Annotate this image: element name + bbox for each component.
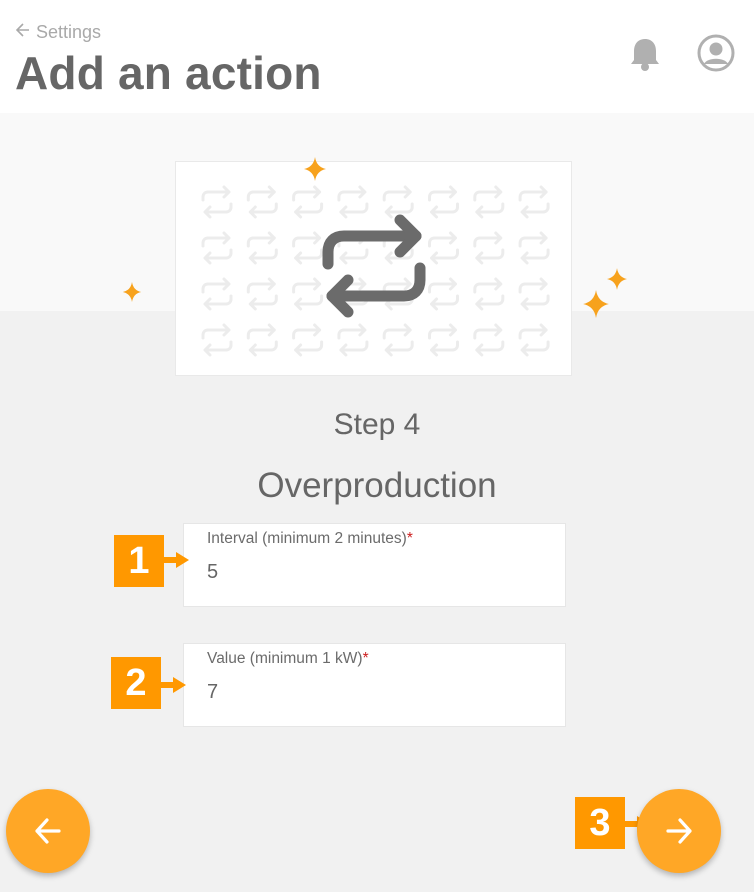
- sparkle-icon: [607, 268, 627, 295]
- callout-pointer-2: [159, 677, 186, 693]
- pattern-repeat-icon: [473, 323, 505, 357]
- callout-badge-1: 1: [114, 535, 164, 587]
- pattern-repeat-icon: [201, 185, 233, 219]
- pattern-repeat-icon: [246, 277, 278, 311]
- next-step-button[interactable]: [637, 789, 721, 873]
- value-field: Value (minimum 1 kW)*: [183, 643, 566, 727]
- arrow-left-icon: [35, 818, 61, 844]
- pattern-repeat-icon: [473, 185, 505, 219]
- interval-field-label: Interval (minimum 2 minutes)*: [207, 530, 413, 548]
- interval-input[interactable]: [207, 554, 547, 590]
- required-marker: *: [362, 650, 369, 667]
- interval-field: Interval (minimum 2 minutes)*: [183, 523, 566, 607]
- required-marker: *: [406, 530, 413, 547]
- previous-step-button[interactable]: [6, 789, 90, 873]
- pattern-repeat-icon: [337, 323, 369, 357]
- pattern-repeat-icon: [518, 277, 550, 311]
- arrow-right-icon: [666, 818, 692, 844]
- pattern-repeat-icon: [201, 231, 233, 265]
- pattern-repeat-icon: [518, 323, 550, 357]
- pattern-repeat-icon: [518, 231, 550, 265]
- sparkle-icon: [583, 290, 609, 323]
- page-title: Add an action: [15, 47, 322, 99]
- pattern-repeat-icon: [473, 231, 505, 265]
- back-to-settings-link[interactable]: Settings: [15, 22, 102, 43]
- interval-label-text: Interval (minimum 2 minutes): [207, 530, 407, 547]
- pattern-repeat-icon: [473, 277, 505, 311]
- pattern-repeat-icon: [428, 323, 459, 357]
- pattern-repeat-icon: [246, 323, 278, 357]
- callout-badge-2: 2: [111, 657, 161, 709]
- step-title: Overproduction: [257, 466, 497, 505]
- pattern-repeat-icon: [201, 323, 233, 357]
- step-label: Step 4: [333, 408, 421, 441]
- user-avatar-icon[interactable]: [697, 34, 735, 72]
- pattern-repeat-icon: [518, 185, 550, 219]
- repeat-icon: [318, 212, 430, 327]
- pattern-repeat-icon: [201, 277, 233, 311]
- callout-pointer-1: [162, 552, 189, 568]
- back-arrow-icon: [15, 23, 30, 42]
- value-label-text: Value (minimum 1 kW): [207, 650, 363, 667]
- header-bar: Settings Add an action: [0, 0, 754, 113]
- pattern-repeat-icon: [428, 277, 459, 311]
- pattern-repeat-icon: [246, 231, 278, 265]
- pattern-repeat-icon: [382, 323, 414, 357]
- pattern-repeat-icon: [246, 185, 278, 219]
- pattern-repeat-icon: [292, 323, 324, 357]
- back-link-label: Settings: [36, 22, 102, 42]
- callout-badge-3: 3: [575, 797, 625, 849]
- value-field-label: Value (minimum 1 kW)*: [207, 650, 369, 668]
- bell-icon[interactable]: [628, 36, 662, 72]
- sparkle-icon: [304, 157, 326, 186]
- pattern-repeat-icon: [428, 185, 459, 219]
- sparkle-icon: [122, 282, 142, 307]
- value-input[interactable]: [207, 674, 547, 710]
- pattern-repeat-icon: [428, 231, 459, 265]
